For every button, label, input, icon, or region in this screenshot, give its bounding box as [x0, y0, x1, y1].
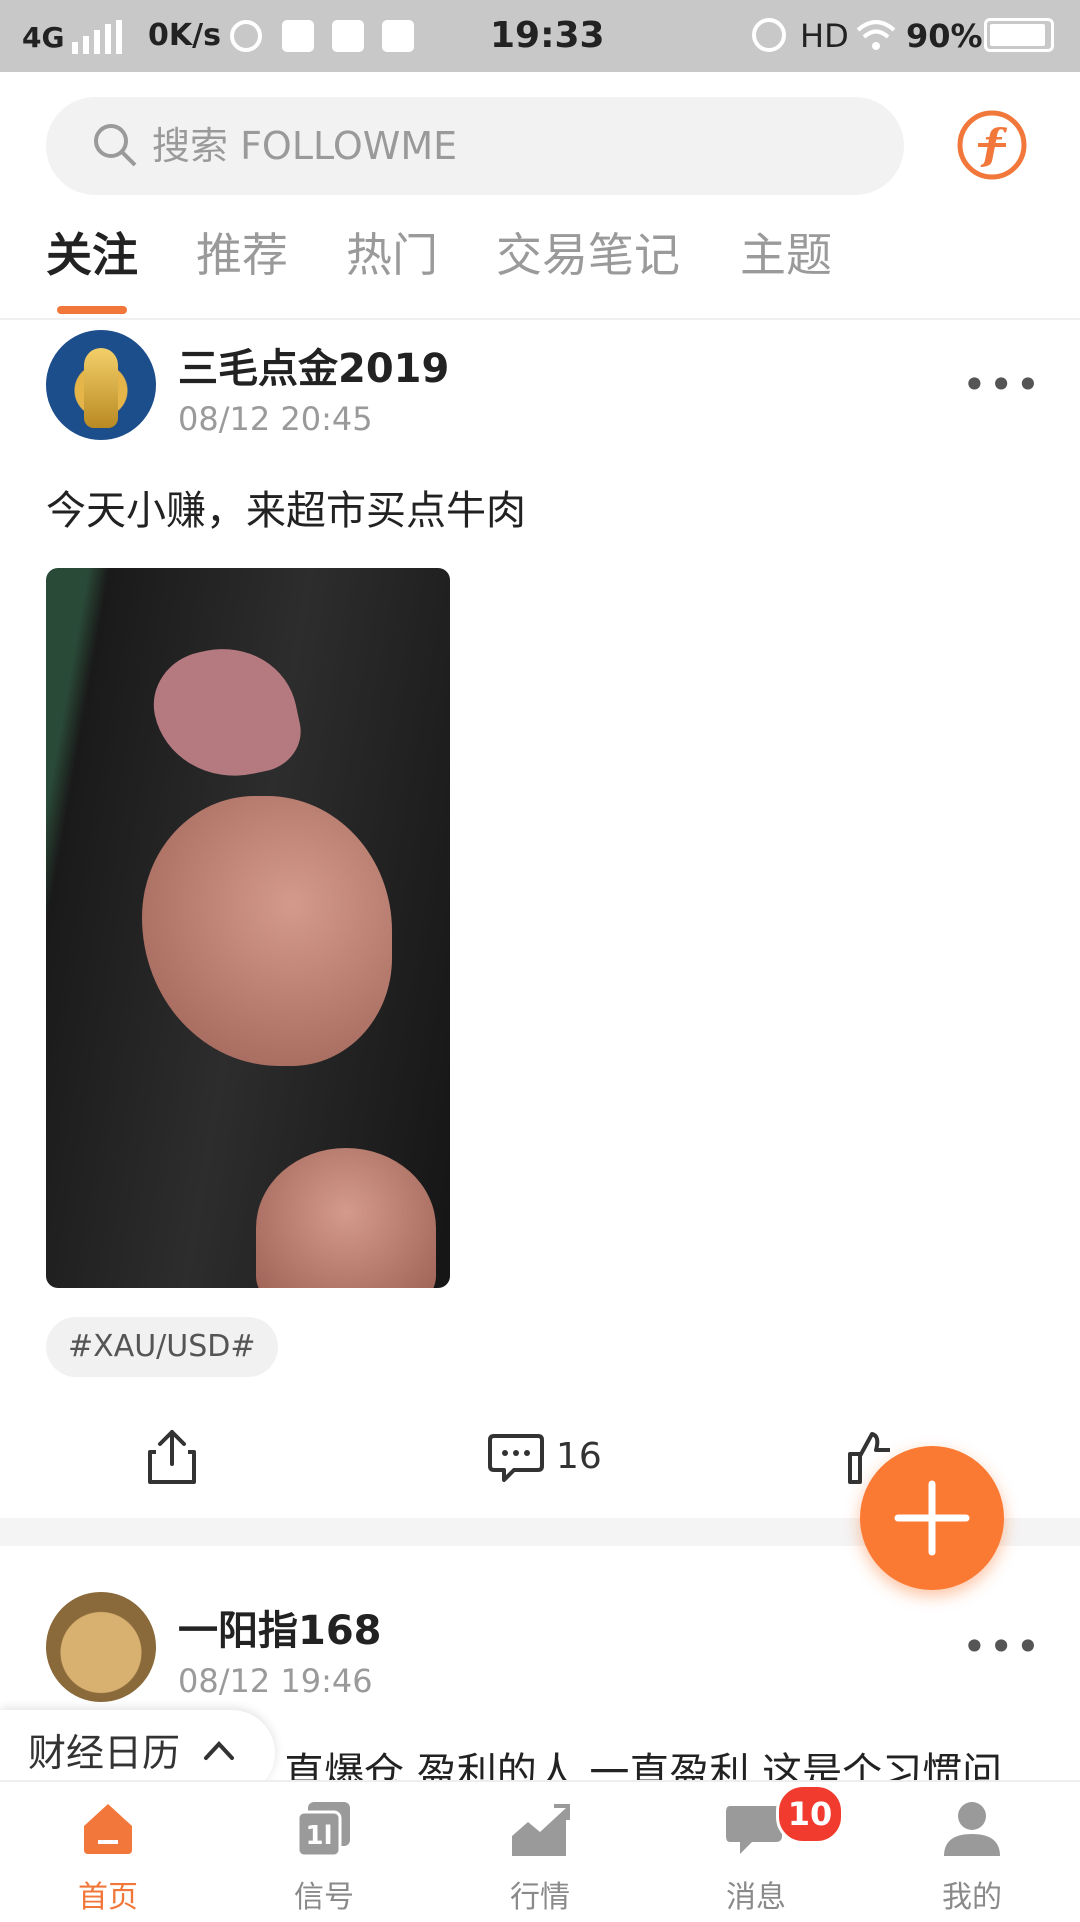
profile-icon[interactable]	[942, 1800, 1002, 1858]
post-time: 08/12 20:45	[178, 400, 373, 438]
sync-icon	[230, 20, 262, 52]
battery-icon	[984, 18, 1054, 52]
avatar[interactable]	[46, 1592, 156, 1702]
create-post-button[interactable]	[860, 1446, 1004, 1590]
post-author[interactable]: 一阳指168	[178, 1598, 382, 1656]
tab-trading-notes[interactable]: 交易笔记	[496, 220, 680, 290]
tab-recommend[interactable]: 推荐	[196, 220, 288, 290]
nav-signals[interactable]: 信号	[216, 1872, 432, 1916]
tab-indicator	[57, 306, 127, 314]
post-time: 08/12 19:46	[178, 1662, 373, 1700]
divider	[0, 318, 1080, 320]
battery-percent: 90%	[906, 17, 983, 55]
comment-icon[interactable]	[488, 1432, 544, 1484]
tab-follow[interactable]: 关注	[46, 220, 138, 290]
svg-text:1l: 1l	[305, 1821, 332, 1851]
topic-tag[interactable]: #XAU/USD#	[46, 1317, 278, 1377]
clock: 19:33	[490, 15, 605, 56]
notification-icon	[282, 20, 314, 52]
alarm-icon	[752, 18, 786, 52]
chevron-up-icon[interactable]	[202, 1738, 236, 1762]
signal-cards-icon[interactable]: 1l	[294, 1800, 354, 1858]
nav-messages[interactable]: 消息	[648, 1872, 864, 1916]
image-notification-icon	[382, 20, 414, 52]
market-chart-icon[interactable]	[510, 1802, 570, 1858]
nav-home[interactable]: 首页	[0, 1872, 216, 1916]
signal-icon	[72, 20, 122, 54]
more-options-icon[interactable]: •••	[962, 360, 1042, 409]
nav-profile[interactable]: 我的	[864, 1872, 1080, 1916]
network-speed: 0K/s	[148, 18, 221, 53]
comment-count[interactable]: 16	[556, 1436, 602, 1477]
tab-hot[interactable]: 热门	[346, 220, 438, 290]
notification-icon	[332, 20, 364, 52]
post-content[interactable]: 今天小赚，来超市买点牛肉	[46, 478, 526, 536]
avatar[interactable]	[46, 330, 156, 440]
wifi-icon	[856, 20, 896, 50]
post-image[interactable]	[46, 568, 450, 1288]
more-options-icon[interactable]: •••	[962, 1622, 1042, 1671]
hd-indicator: HD	[800, 17, 849, 55]
home-icon[interactable]	[80, 1800, 136, 1856]
post-author[interactable]: 三毛点金2019	[178, 336, 449, 394]
nav-market[interactable]: 行情	[432, 1872, 648, 1916]
search-icon	[94, 124, 137, 167]
plus-icon	[894, 1480, 970, 1556]
tab-topics[interactable]: 主题	[740, 220, 832, 290]
followme-logo-icon[interactable]: f	[956, 109, 1028, 181]
share-icon[interactable]	[146, 1428, 198, 1486]
message-badge: 10	[776, 1784, 844, 1844]
network-type: 4G	[22, 21, 65, 54]
search-input[interactable]: 搜索 FOLLOWME	[152, 97, 457, 195]
